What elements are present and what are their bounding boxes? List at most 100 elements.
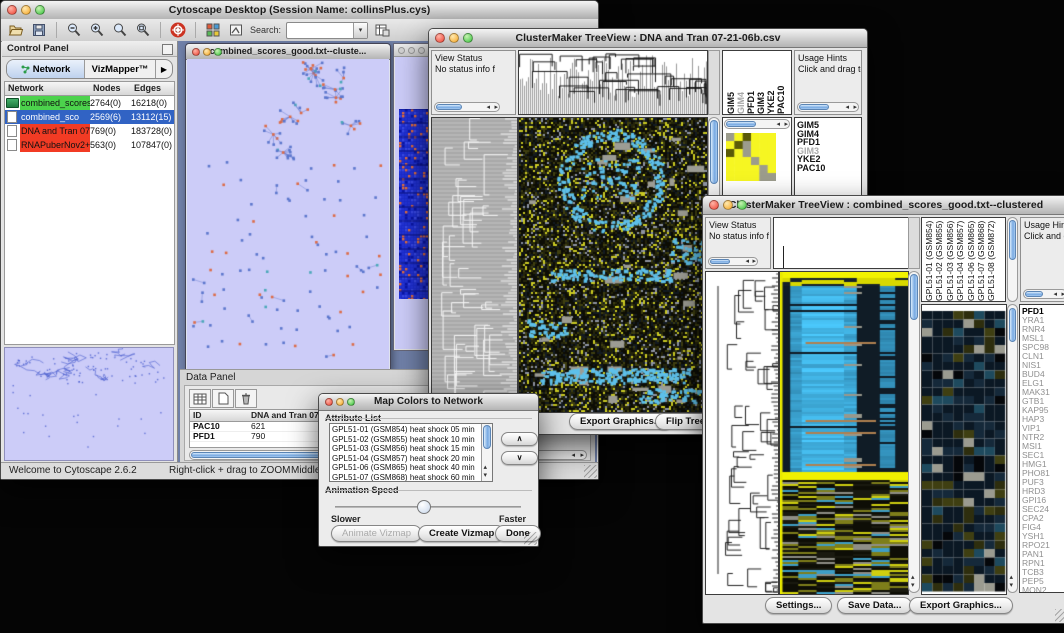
scroll-right-icon[interactable]: ▸ xyxy=(494,104,498,112)
row-dendrogram-canvas[interactable] xyxy=(705,271,779,595)
speed-slider-thumb[interactable] xyxy=(417,500,431,514)
scroll-left-icon[interactable]: ◂ xyxy=(845,104,849,112)
scroll-left-icon[interactable]: ◂ xyxy=(1053,291,1057,299)
zoom-button[interactable] xyxy=(418,47,425,54)
new-attribute-icon[interactable] xyxy=(212,389,234,408)
scroll-left-icon[interactable]: ◂ xyxy=(486,104,490,112)
col-header-edges[interactable]: Edges xyxy=(134,82,174,95)
attribute-list-vscrollbar[interactable]: ▴ ▾ xyxy=(481,424,492,481)
attribute-list-item[interactable]: GPL51-01 (GSM854) heat shock 05 min xyxy=(330,425,481,435)
search-dropdown-icon[interactable]: ▾ xyxy=(353,23,367,38)
zoom-button[interactable] xyxy=(463,33,473,43)
scroll-right-icon[interactable]: ▸ xyxy=(853,104,857,112)
create-vizmap-button[interactable]: Create Vizmap xyxy=(418,525,505,542)
help-lifering-icon[interactable] xyxy=(169,21,187,39)
save-icon[interactable] xyxy=(30,21,48,39)
settings-button[interactable]: Settings... xyxy=(765,597,832,614)
zoom-fit-icon[interactable] xyxy=(134,21,152,39)
heatmap-vscrollbar[interactable]: ▴ ▾ xyxy=(908,271,920,593)
zoom-in-icon[interactable] xyxy=(88,21,106,39)
row-label[interactable]: PAC10 xyxy=(795,164,861,173)
usage-hints-hscrollbar[interactable]: ◂ ▸ xyxy=(797,102,859,112)
tab-network[interactable]: Network xyxy=(7,60,85,78)
column-label[interactable]: GPL51-02 (GSM855) xyxy=(934,218,944,301)
scroll-thumb[interactable] xyxy=(436,104,462,110)
resize-grip[interactable] xyxy=(524,532,537,545)
resize-grip[interactable] xyxy=(1055,609,1064,622)
export-graphics-button[interactable]: Export Graphics... xyxy=(909,597,1013,614)
search-input[interactable] xyxy=(287,24,353,37)
column-label[interactable]: GIM5 xyxy=(726,51,736,114)
heatmap-canvas[interactable] xyxy=(779,271,909,595)
network-view-titlebar[interactable]: combined_scores_good.txt--cluste... xyxy=(186,44,390,60)
open-file-icon[interactable] xyxy=(7,21,25,39)
scroll-down-icon[interactable]: ▾ xyxy=(484,472,488,480)
vizmapper-icon[interactable] xyxy=(204,21,222,39)
network-overview-thumbnail[interactable] xyxy=(4,347,174,461)
scroll-left-icon[interactable]: ◂ xyxy=(571,452,575,460)
scroll-up-icon[interactable]: ▴ xyxy=(484,464,488,472)
scroll-thumb[interactable] xyxy=(1025,291,1043,297)
similarity-matrix-canvas[interactable] xyxy=(726,133,776,181)
scroll-right-icon[interactable]: ▸ xyxy=(752,258,756,266)
gene-list-vscrollbar[interactable]: ▴ ▾ xyxy=(1007,304,1018,593)
main-titlebar[interactable]: Cytoscape Desktop (Session Name: collins… xyxy=(1,1,598,20)
column-tree-area[interactable] xyxy=(773,217,909,269)
zoom-out-icon[interactable] xyxy=(65,21,83,39)
attribute-list-item[interactable]: GPL51-07 (GSM868) heat shock 60 min xyxy=(330,473,481,483)
minimize-button[interactable] xyxy=(723,200,733,210)
scroll-thumb[interactable] xyxy=(483,425,491,449)
scroll-down-icon[interactable]: ▾ xyxy=(1010,582,1014,590)
zoom-button[interactable] xyxy=(214,48,222,56)
delete-attribute-trash-icon[interactable] xyxy=(235,389,257,408)
scroll-up-icon[interactable]: ▴ xyxy=(911,574,915,582)
move-down-button[interactable]: ∨ xyxy=(501,451,538,465)
minimize-button[interactable] xyxy=(449,33,459,43)
scroll-thumb[interactable] xyxy=(726,121,756,127)
col-header-network[interactable]: Network xyxy=(8,82,93,95)
heatmap-canvas[interactable] xyxy=(518,117,708,413)
scroll-left-icon[interactable]: ◂ xyxy=(776,121,780,129)
scroll-up-icon[interactable]: ▴ xyxy=(1010,574,1014,582)
attribute-list-item[interactable]: GPL51-03 (GSM856) heat shock 15 min xyxy=(330,444,481,454)
close-button[interactable] xyxy=(435,33,445,43)
attribute-list-item[interactable]: GPL51-02 (GSM855) heat shock 10 min xyxy=(330,435,481,445)
select-attributes-icon[interactable] xyxy=(189,389,211,408)
column-label[interactable]: PAC10 xyxy=(776,51,786,114)
column-label[interactable]: GPL51-07 (GSM868) xyxy=(976,218,986,301)
gene-label[interactable]: MON2 xyxy=(1020,586,1064,593)
scroll-right-icon[interactable]: ▸ xyxy=(580,452,584,460)
zoom-selected-icon[interactable] xyxy=(111,21,129,39)
network-canvas-area[interactable] xyxy=(187,59,389,369)
network-list-row[interactable]: combined_scores2764(0)16218(0) xyxy=(5,96,174,110)
column-label[interactable]: PFD1 xyxy=(746,51,756,114)
scroll-left-icon[interactable]: ◂ xyxy=(745,258,749,266)
column-labels-vscrollbar[interactable] xyxy=(1007,217,1018,302)
network-list-row[interactable]: DNA and Tran 07769(0)183728(0) xyxy=(5,124,174,138)
tab-vizmapper[interactable]: VizMapper™ xyxy=(85,60,156,78)
attribute-list-item[interactable]: GPL51-06 (GSM865) heat shock 40 min xyxy=(330,463,481,473)
column-label[interactable]: GPL51-01 (GSM854) xyxy=(924,218,934,301)
column-label[interactable]: GPL51-03 (GSM856) xyxy=(945,218,955,301)
scroll-right-icon[interactable]: ▸ xyxy=(784,121,788,129)
column-label[interactable]: GPL51-06 (GSM865) xyxy=(966,218,976,301)
attribute-list[interactable]: GPL51-01 (GSM854) heat shock 05 minGPL51… xyxy=(329,423,493,482)
network-list-row[interactable]: combined_sco2569(6)13112(15) xyxy=(5,110,174,124)
zoom-heatmap-canvas[interactable] xyxy=(921,304,1007,595)
minimize-button[interactable] xyxy=(203,48,211,56)
close-button[interactable] xyxy=(398,47,405,54)
close-button[interactable] xyxy=(709,200,719,210)
import-table-icon[interactable] xyxy=(373,21,391,39)
column-label[interactable]: GPL51-08 (GSM872) xyxy=(986,218,996,301)
dialog-titlebar[interactable]: Map Colors to Network xyxy=(319,394,538,411)
zoom-button[interactable] xyxy=(737,200,747,210)
resize-grip[interactable] xyxy=(584,465,597,478)
zoom-button[interactable] xyxy=(35,5,45,15)
col-header-nodes[interactable]: Nodes xyxy=(93,82,134,95)
animate-vizmap-button[interactable]: Animate Vizmap xyxy=(331,525,422,542)
scroll-down-icon[interactable]: ▾ xyxy=(911,582,915,590)
scroll-thumb[interactable] xyxy=(1009,308,1016,342)
column-dendrogram-canvas[interactable] xyxy=(518,50,708,115)
column-label[interactable]: YKE2 xyxy=(766,51,776,114)
minimize-button[interactable] xyxy=(21,5,31,15)
